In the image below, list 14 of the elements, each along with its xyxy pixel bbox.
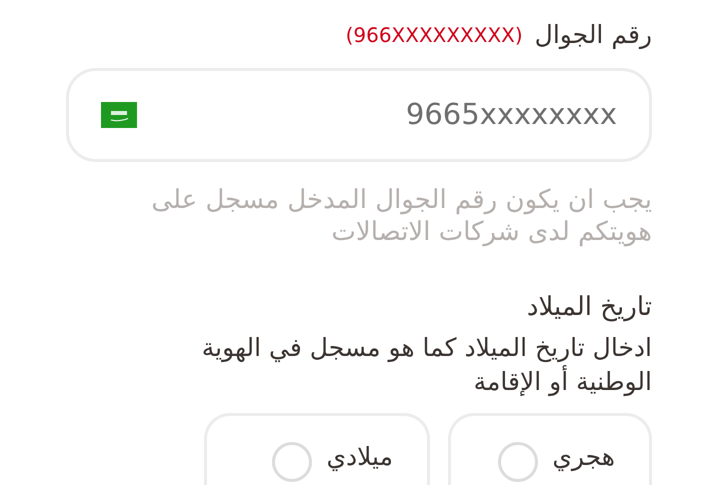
phone-field[interactable]: 9665xxxxxxxx [66, 68, 652, 162]
phone-input[interactable]: 9665xxxxxxxx [153, 93, 617, 137]
description-text: ادخال تاريخ الميلاد كما هو مسجل في الهوية الوطنية أو الإقامة [200, 332, 652, 398]
radio-option[interactable]: هجري [448, 413, 652, 485]
format-hint: (966XXXXXXXXX) [346, 22, 523, 49]
option-label: ميلادي [326, 441, 393, 474]
radio-button[interactable] [498, 442, 538, 482]
section-title: تاريخ الميلاد [526, 291, 652, 324]
helper-text: يجب ان يكون رقم الجوال المدخل مسجل على هويتكم لدى شركات الاتصالات [150, 184, 652, 248]
field-label: رقم الجوال [534, 19, 652, 52]
flag-icon [101, 102, 137, 128]
option-label: هجري [552, 441, 615, 474]
radio-option[interactable]: ميلادي [204, 413, 430, 485]
radio-button[interactable] [272, 442, 312, 482]
